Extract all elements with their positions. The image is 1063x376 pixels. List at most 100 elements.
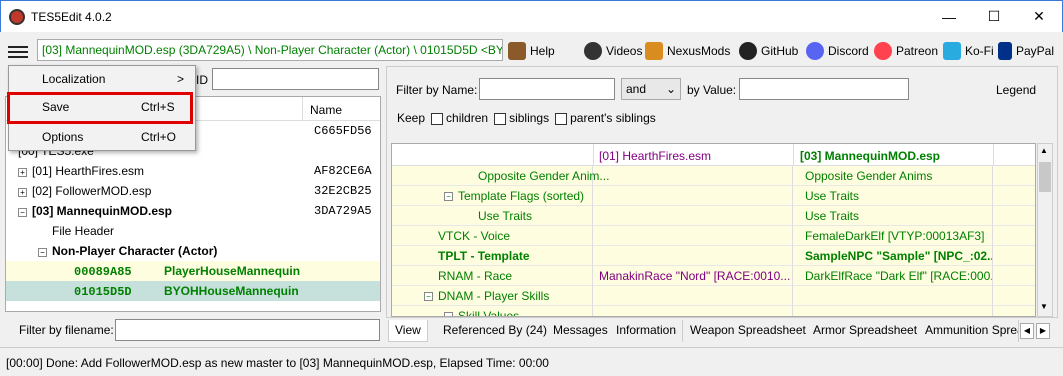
scroll-up-icon[interactable]: ▲: [1040, 146, 1048, 155]
tree-row-value: 3DA729A5: [314, 204, 372, 218]
scroll-down-icon[interactable]: ▼: [1040, 302, 1048, 311]
menu-item-localization[interactable]: Localization >: [9, 68, 195, 90]
grid-cell: [593, 206, 793, 226]
grid-cell: Use Traits: [392, 206, 593, 226]
grid-row[interactable]: Opposite Gender Anim... Opposite Gender A…: [392, 166, 1035, 186]
tree-row-value: BYOHHouseMannequin: [164, 284, 299, 298]
tree-row-label: + [02] FollowerMOD.esp: [18, 184, 151, 198]
maximize-icon[interactable]: ☐: [971, 1, 1017, 32]
vertical-scrollbar[interactable]: ▲ ▼: [1037, 143, 1053, 317]
discord-icon: [806, 42, 824, 60]
patreon-link[interactable]: Patreon: [874, 40, 938, 62]
children-checkbox[interactable]: [431, 112, 444, 125]
scroll-thumb[interactable]: [1039, 162, 1051, 192]
grid-cell: [593, 246, 793, 266]
grid-cell: TPLT - Template: [392, 246, 593, 266]
grid-cell: [793, 306, 993, 316]
tree-row-value: PlayerHouseMannequin: [164, 264, 301, 278]
tab-ammunition-spreadsheet[interactable]: Ammunition Sprea: [919, 320, 1019, 342]
grid-cell: DarkElfRace "Dark Elf" [RACE:000...: [793, 266, 993, 286]
grid-cell: [793, 286, 993, 306]
tree-row-label: − Non-Player Character (Actor): [38, 244, 217, 258]
discord-link[interactable]: Discord: [806, 40, 869, 62]
kofi-link[interactable]: Ko-Fi: [943, 40, 994, 62]
tree-row-label: File Header: [52, 224, 115, 238]
paypal-icon: [998, 42, 1012, 60]
videos-link[interactable]: Videos: [584, 40, 642, 62]
title-bar: TES5Edit 4.0.2 — ☐ ✕: [0, 0, 1063, 32]
tree-row[interactable]: 01015D5D BYOHHouseMannequin: [6, 281, 380, 301]
tab-referenced-by[interactable]: Referenced By (24): [437, 320, 555, 342]
tab-messages[interactable]: Messages: [547, 320, 615, 342]
tab-view[interactable]: View: [388, 320, 428, 342]
tree-row[interactable]: + [02] FollowerMOD.esp 32E2CB25: [6, 181, 380, 201]
parents-siblings-checkbox[interactable]: [555, 112, 568, 125]
grid-cell: VTCK - Voice: [392, 226, 593, 246]
github-icon: [739, 42, 757, 60]
filter-by-filename-input[interactable]: [115, 319, 380, 341]
filter-by-value-input[interactable]: [739, 78, 909, 100]
grid-row[interactable]: VTCK - Voice FemaleDarkElf [VTYP:00013AF3…: [392, 226, 1035, 246]
grid-cell: − Skill Values: [392, 306, 593, 316]
legend-button[interactable]: Legend: [996, 83, 1036, 97]
close-icon[interactable]: ✕: [1016, 1, 1062, 32]
tree-row[interactable]: 00089A85 PlayerHouseMannequin: [6, 261, 380, 281]
collapse-icon[interactable]: −: [18, 208, 27, 217]
collapse-icon[interactable]: −: [424, 291, 433, 301]
grid-row[interactable]: − Template Flags (sorted) Use Traits: [392, 186, 1035, 206]
tab-information[interactable]: Information: [610, 320, 684, 342]
paypal-link[interactable]: PayPal: [998, 40, 1054, 62]
grid-row[interactable]: Use Traits Use Traits: [392, 206, 1035, 226]
tab-weapon-spreadsheet[interactable]: Weapon Spreadsheet: [684, 320, 813, 342]
form-id-label: ID: [196, 73, 208, 87]
video-icon: [584, 42, 602, 60]
keep-options: Keep children siblings parent's siblings: [397, 111, 656, 125]
tab-armor-spreadsheet[interactable]: Armor Spreadsheet: [807, 320, 925, 342]
tree-row[interactable]: − Non-Player Character (Actor): [6, 241, 380, 261]
grid-cell: FemaleDarkElf [VTYP:00013AF3]: [793, 226, 993, 246]
grid-cell: [593, 286, 793, 306]
grid-cell: Opposite Gender Anims: [793, 166, 993, 186]
nexusmods-link[interactable]: NexusMods: [645, 40, 730, 62]
grid-cell: [593, 186, 793, 206]
grid-cell: [593, 166, 793, 186]
tree-row[interactable]: File Header: [6, 221, 380, 241]
tab-scroll-left-icon[interactable]: ◀: [1020, 323, 1034, 339]
collapse-icon[interactable]: −: [444, 191, 453, 201]
record-grid[interactable]: [01] HearthFires.esm [03] MannequinMOD.e…: [391, 143, 1036, 317]
submenu-arrow-icon: >: [177, 72, 185, 86]
collapse-icon[interactable]: −: [444, 311, 453, 316]
grid-cell: [593, 226, 793, 246]
grid-header: [01] HearthFires.esm [03] MannequinMOD.e…: [392, 144, 1035, 166]
tree-row-value: AF82CE6A: [314, 164, 372, 178]
hamburger-menu-icon[interactable]: [8, 43, 28, 59]
patreon-icon: [874, 42, 892, 60]
help-link[interactable]: Help: [508, 40, 555, 62]
tab-scroll-right-icon[interactable]: ▶: [1036, 323, 1050, 339]
form-id-input[interactable]: [212, 68, 379, 90]
collapse-icon[interactable]: −: [38, 248, 47, 257]
grid-row[interactable]: − DNAM - Player Skills: [392, 286, 1035, 306]
and-or-select[interactable]: and ⌄: [621, 78, 681, 100]
github-link[interactable]: GitHub: [739, 40, 798, 62]
grid-cell: Opposite Gender Anim...: [392, 166, 609, 186]
expand-icon[interactable]: +: [18, 188, 27, 197]
tree-row[interactable]: + [01] HearthFires.esm AF82CE6A: [6, 161, 380, 181]
menu-item-options[interactable]: Options Ctrl+O: [9, 126, 195, 148]
grid-row[interactable]: RNAM - Race ManakinRace "Nord" [RACE:0010…: [392, 266, 1035, 286]
name-column-header[interactable]: Name: [310, 103, 342, 117]
filter-by-name-input[interactable]: [479, 78, 615, 100]
grid-row[interactable]: TPLT - Template SampleNPC "Sample" [NPC_:…: [392, 246, 1035, 266]
tree-row[interactable]: − [03] MannequinMOD.esp 3DA729A5: [6, 201, 380, 221]
minimize-icon[interactable]: —: [926, 1, 972, 32]
record-path-field[interactable]: [03] MannequinMOD.esp (3DA729A5) \ Non-P…: [37, 39, 503, 61]
expand-icon[interactable]: +: [18, 168, 27, 177]
siblings-checkbox[interactable]: [494, 112, 507, 125]
view-tabs: View Referenced By (24) Messages Informa…: [388, 320, 1058, 342]
mannequinmod-column-header[interactable]: [03] MannequinMOD.esp: [800, 149, 940, 163]
grid-cell: Use Traits: [793, 206, 993, 226]
tree-row-value: C665FD56: [314, 124, 372, 138]
nexusmods-icon: [645, 42, 663, 60]
grid-row[interactable]: − Skill Values: [392, 306, 1035, 316]
hearthfires-column-header[interactable]: [01] HearthFires.esm: [599, 149, 711, 163]
